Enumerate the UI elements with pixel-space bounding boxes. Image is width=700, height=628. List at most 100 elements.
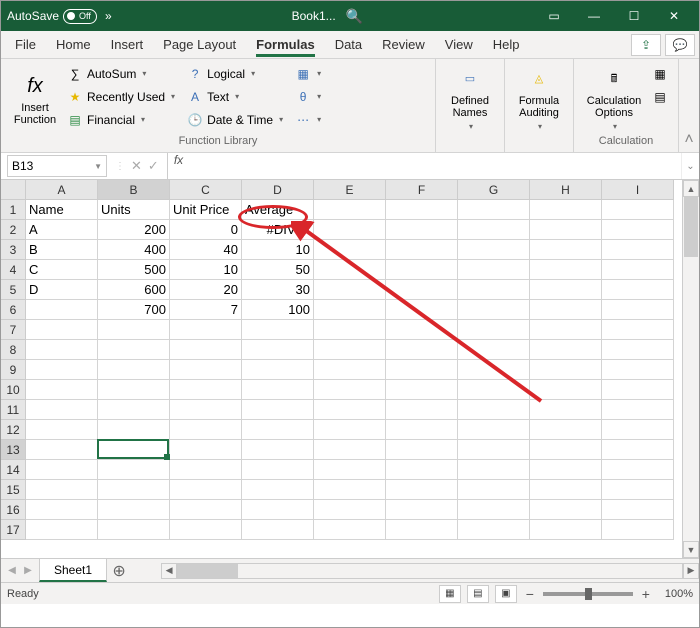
cell[interactable] [386, 500, 458, 520]
cell[interactable] [386, 360, 458, 380]
cell[interactable] [314, 400, 386, 420]
cell[interactable] [530, 520, 602, 540]
column-header[interactable]: I [602, 180, 674, 200]
cell[interactable] [170, 480, 242, 500]
cell[interactable] [530, 240, 602, 260]
comments-button[interactable]: 💬 [665, 34, 695, 56]
cell[interactable]: 10 [242, 240, 314, 260]
date-time-button[interactable]: 🕒 Date & Time ▾ [183, 108, 287, 131]
cell[interactable] [386, 480, 458, 500]
cell[interactable] [602, 500, 674, 520]
cell[interactable]: 20 [170, 280, 242, 300]
row-header[interactable]: 8 [1, 340, 26, 360]
row-header[interactable]: 5 [1, 280, 26, 300]
cell[interactable] [242, 360, 314, 380]
cell[interactable] [314, 320, 386, 340]
column-header[interactable]: B [98, 180, 170, 200]
autosave-toggle[interactable]: AutoSave Off [7, 9, 97, 24]
column-header[interactable]: H [530, 180, 602, 200]
cell[interactable] [170, 380, 242, 400]
cell[interactable] [602, 360, 674, 380]
column-header[interactable]: C [170, 180, 242, 200]
zoom-out-button[interactable]: − [523, 586, 537, 602]
column-header[interactable]: D [242, 180, 314, 200]
cell[interactable] [602, 420, 674, 440]
cell[interactable] [170, 360, 242, 380]
expand-formula-bar-icon[interactable]: ⌄ [681, 153, 699, 179]
cell[interactable] [530, 300, 602, 320]
cell[interactable] [386, 320, 458, 340]
column-header[interactable]: A [26, 180, 98, 200]
cell[interactable] [602, 400, 674, 420]
row-header[interactable]: 7 [1, 320, 26, 340]
autosum-button[interactable]: ∑ AutoSum ▾ [63, 62, 179, 85]
cell[interactable]: #DIV/0! [242, 220, 314, 240]
column-header[interactable]: E [314, 180, 386, 200]
logical-button[interactable]: ? Logical ▾ [183, 62, 287, 85]
cell[interactable] [530, 200, 602, 220]
cell[interactable] [170, 460, 242, 480]
name-box[interactable]: B13 ▼ [7, 155, 107, 177]
cell[interactable] [98, 380, 170, 400]
cell[interactable] [386, 300, 458, 320]
cell[interactable] [170, 340, 242, 360]
cell[interactable] [458, 280, 530, 300]
cell[interactable] [98, 320, 170, 340]
cell[interactable] [314, 440, 386, 460]
more-functions-button[interactable]: ⋯▾ [291, 108, 325, 131]
cell[interactable] [458, 380, 530, 400]
cell[interactable]: Unit Price [170, 200, 242, 220]
cell[interactable]: D [26, 280, 98, 300]
cell[interactable] [602, 440, 674, 460]
calculate-now-button[interactable]: ▦ [648, 62, 672, 85]
cell[interactable] [242, 440, 314, 460]
row-header[interactable]: 9 [1, 360, 26, 380]
cell[interactable] [26, 520, 98, 540]
vertical-scrollbar[interactable]: ▲ ▼ [682, 180, 699, 558]
maximize-button[interactable]: ☐ [615, 1, 653, 31]
cell[interactable] [314, 520, 386, 540]
cell[interactable] [386, 280, 458, 300]
cell[interactable]: 50 [242, 260, 314, 280]
financial-button[interactable]: ▤ Financial ▾ [63, 108, 179, 131]
sheet-nav-prev-icon[interactable]: ◀ [5, 562, 19, 580]
insert-function-button[interactable]: fx Insert Function [7, 62, 63, 135]
zoom-in-button[interactable]: + [639, 586, 653, 602]
cell[interactable] [98, 360, 170, 380]
cell[interactable] [530, 500, 602, 520]
scroll-left-icon[interactable]: ◀ [161, 563, 177, 579]
cell[interactable] [458, 300, 530, 320]
cell[interactable] [170, 440, 242, 460]
row-header[interactable]: 10 [1, 380, 26, 400]
cell[interactable] [26, 460, 98, 480]
cell[interactable] [98, 500, 170, 520]
cell[interactable] [314, 360, 386, 380]
formula-input[interactable] [189, 153, 681, 179]
cell[interactable] [170, 500, 242, 520]
tab-help[interactable]: Help [483, 31, 530, 58]
cell[interactable] [386, 420, 458, 440]
cell[interactable]: A [26, 220, 98, 240]
cell[interactable]: Units [98, 200, 170, 220]
cell[interactable]: 600 [98, 280, 170, 300]
scrollbar-thumb[interactable] [178, 564, 238, 578]
tab-view[interactable]: View [435, 31, 483, 58]
row-header[interactable]: 12 [1, 420, 26, 440]
cell[interactable] [386, 460, 458, 480]
cell[interactable] [98, 400, 170, 420]
cell[interactable] [98, 340, 170, 360]
cell[interactable] [242, 420, 314, 440]
cell[interactable] [314, 200, 386, 220]
autosave-switch[interactable]: Off [63, 9, 97, 24]
cell[interactable] [26, 400, 98, 420]
cell[interactable] [386, 260, 458, 280]
cell[interactable]: 10 [170, 260, 242, 280]
cell[interactable] [530, 340, 602, 360]
recently-used-button[interactable]: ★ Recently Used ▾ [63, 85, 179, 108]
row-header[interactable]: 14 [1, 460, 26, 480]
search-icon[interactable]: 🔍 [346, 8, 363, 25]
cell[interactable] [602, 260, 674, 280]
cell[interactable] [530, 360, 602, 380]
calculate-sheet-button[interactable]: ▤ [648, 85, 672, 108]
cell[interactable] [602, 380, 674, 400]
